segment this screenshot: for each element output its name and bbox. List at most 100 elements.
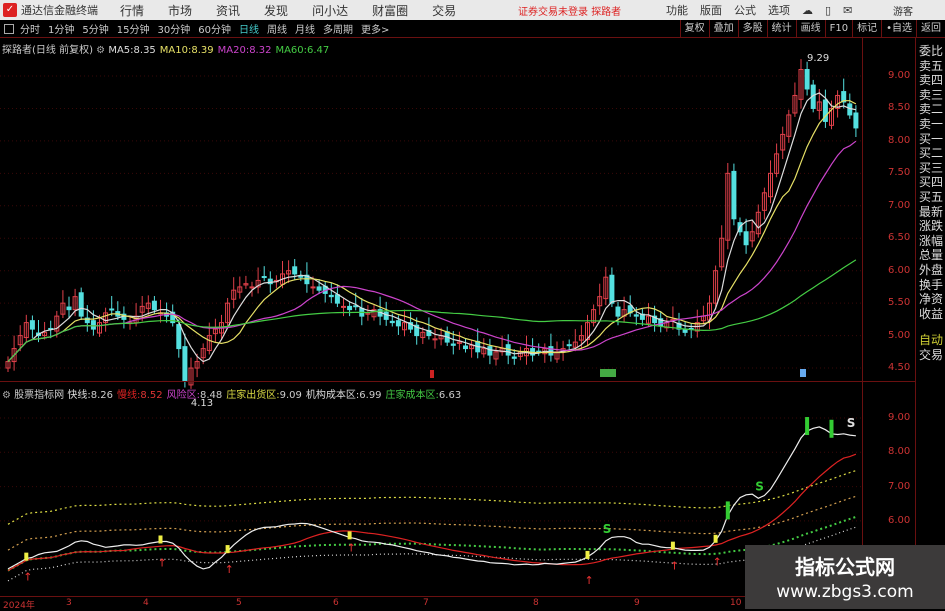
candle-body <box>151 300 157 311</box>
event-marker <box>430 370 434 378</box>
chart-title: 探路者(日线 前复权) <box>2 45 93 56</box>
quote-field-tab[interactable]: 买三 <box>917 161 945 176</box>
quote-field-tab[interactable]: 买五 <box>917 190 945 205</box>
high-price-label: 9.29 <box>807 53 829 64</box>
indicator-tick: 6.00 <box>888 514 911 526</box>
settings-icon[interactable]: ⚙ <box>96 45 105 56</box>
ma-label: MA5: <box>108 45 134 56</box>
up-arrow-icon: ↑ <box>585 574 594 587</box>
quote-side-panel: 委比 卖五 卖四 卖三 卖二 卖一 买一 买二 买三 买四 买五 最新 涨跌 涨幅 总量 外盘 换手 净资 收益自动… <box>917 44 945 362</box>
ma-value: 8.39 <box>191 45 214 56</box>
quote-field-tab[interactable]: 涨跌 <box>917 219 945 234</box>
ma5-line <box>7 92 857 363</box>
up-arrow-icon: ↑ <box>225 563 234 576</box>
candle-body <box>310 286 316 289</box>
candle-body <box>487 346 493 356</box>
axis-divider <box>862 38 863 596</box>
watermark-title: 指标公式网 <box>795 555 895 579</box>
candle-body <box>548 346 554 356</box>
buy-signal-bar <box>347 531 352 540</box>
date-tick: 3 <box>66 598 72 608</box>
indicator-name: 股票指标网 <box>14 390 65 401</box>
candle-body <box>609 274 615 304</box>
price-tick: 6.50 <box>888 232 911 244</box>
quote-field-tab[interactable]: 收益 <box>917 307 945 322</box>
kline-chart[interactable]: 9.294.13↑↑↑↑↑↑ ↑SSS <box>0 0 945 609</box>
watermark: 指标公式网 www.zbgs3.com <box>745 545 945 609</box>
candle-body <box>395 320 401 327</box>
candle-body <box>450 343 456 346</box>
ma-value: 8.35 <box>133 45 156 56</box>
buy-signal-bar <box>585 550 590 559</box>
watermark-url: www.zbgs3.com <box>776 582 914 602</box>
fast-line <box>7 426 856 570</box>
candle-body <box>328 294 334 298</box>
candle-body <box>389 320 395 324</box>
ma60-line <box>7 259 857 363</box>
buy-signal-bar <box>670 541 675 550</box>
up-arrow-icon: ↑ <box>347 541 356 554</box>
date-tick: 7 <box>423 598 429 608</box>
indicator-legend: ⚙ 股票指标网 快线:8.26 慢线:8.52 风险区:8.48 庄家出货区:9.09… <box>2 386 465 401</box>
ma-legend-item: MA60:6.47 <box>275 45 329 56</box>
candle-body <box>853 112 859 129</box>
quote-field-tab[interactable]: 委比 <box>917 44 945 59</box>
candle-body <box>78 292 84 317</box>
date-tick: 2024年 <box>3 601 35 611</box>
buy-signal-bar <box>24 552 29 561</box>
quote-field-tab[interactable]: 卖四 <box>917 73 945 88</box>
indicator-tick: 8.00 <box>888 446 911 458</box>
price-tick: 5.50 <box>888 297 911 309</box>
indicator-legend-item: 庄家出货区:9.09 <box>226 390 302 401</box>
quote-field-tab[interactable]: 净资 <box>917 292 945 307</box>
quote-field-tab[interactable]: 卖一 <box>917 117 945 132</box>
up-arrow-icon: ↑ <box>23 571 32 584</box>
quote-field-tab[interactable]: 买一 <box>917 132 945 147</box>
quote-field-tab[interactable]: 总量 <box>917 248 945 263</box>
price-tick: 6.00 <box>888 264 911 276</box>
auto-trade-tab[interactable]: 交易 <box>917 348 945 363</box>
quote-field-tab[interactable]: 卖五 <box>917 59 945 74</box>
candle-body <box>615 306 621 317</box>
quote-field-tab[interactable]: 涨幅 <box>917 234 945 249</box>
quote-field-tab[interactable]: 卖三 <box>917 88 945 103</box>
ma-label: MA20: <box>217 45 250 56</box>
quote-field-tab[interactable]: 最新 <box>917 205 945 220</box>
buy-signal-bar <box>158 535 163 544</box>
sell-signal-label: S <box>603 522 612 536</box>
candle-body <box>292 266 298 275</box>
sell-signal-label: S <box>847 416 856 430</box>
quote-field-tab[interactable]: 买二 <box>917 146 945 161</box>
quote-field-tab[interactable]: 卖二 <box>917 102 945 117</box>
candle-body <box>566 344 572 347</box>
ma-legend-item: MA10:8.39 <box>160 45 214 56</box>
candle-body <box>341 305 346 308</box>
axis-divider <box>915 38 916 596</box>
candle-body <box>804 69 810 90</box>
indicator-value: 8.26 <box>90 390 113 401</box>
candle-body <box>432 338 438 341</box>
quote-field-tab[interactable]: 买四 <box>917 175 945 190</box>
indicator-legend-item: 风险区:8.48 <box>167 390 223 401</box>
date-tick: 6 <box>333 598 339 608</box>
quote-field-tab[interactable]: 换手 <box>917 278 945 293</box>
settings-icon[interactable]: ⚙ <box>2 390 11 401</box>
indicator-legend-item: 快线:8.26 <box>67 390 113 401</box>
pane-divider <box>0 381 915 382</box>
quote-field-tab[interactable]: 外盘 <box>917 263 945 278</box>
indicator-value: 9.09 <box>279 390 302 401</box>
main-chart-legend: 探路者(日线 前复权) ⚙ MA5:8.35 MA10:8.39 MA20:8.32… <box>2 41 333 56</box>
indicator-legend-item: 庄家成本区:6.63 <box>386 390 462 401</box>
candle-body <box>731 170 737 220</box>
price-tick: 7.00 <box>888 199 911 211</box>
candle-body <box>847 103 853 116</box>
auto-trade-tab[interactable]: 自动 <box>917 333 945 348</box>
indicator-value: 6.99 <box>359 390 382 401</box>
candle-body <box>176 324 182 350</box>
buy-signal-bar <box>225 545 230 554</box>
price-tick: 8.00 <box>888 134 911 146</box>
price-tick: 9.00 <box>888 70 911 81</box>
indicator-legend-item: 慢线:8.52 <box>117 390 163 401</box>
strong-signal-bar <box>805 417 810 436</box>
ma-legend-item: MA20:8.32 <box>218 45 272 56</box>
